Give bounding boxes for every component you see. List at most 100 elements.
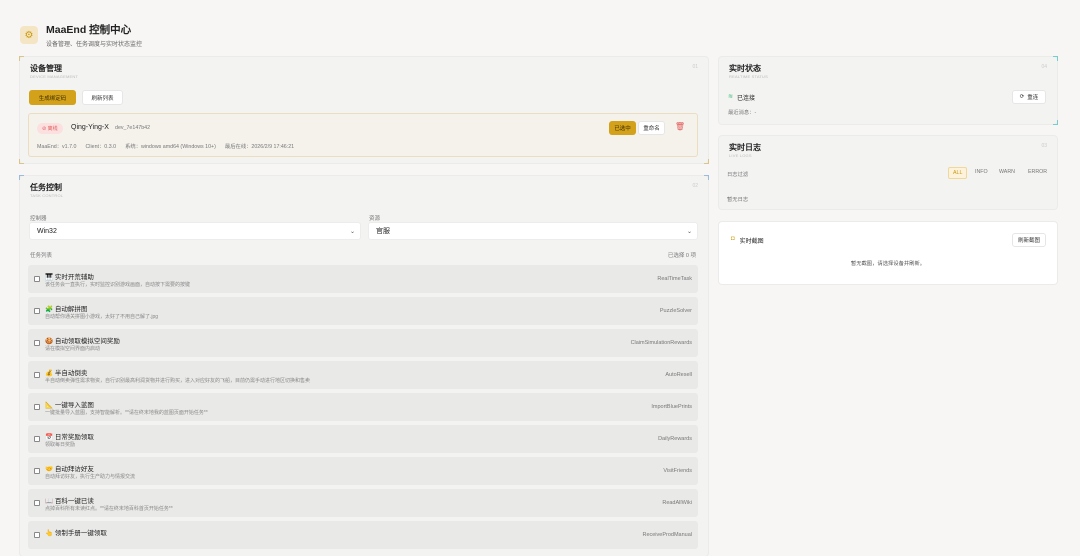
- task-name-text: 领制手册一键领取: [54, 530, 107, 537]
- section-subtitle: REALTIME STATUS: [729, 74, 769, 79]
- task-name-text: 实时开荒辅助: [54, 274, 94, 281]
- task-row[interactable]: 👆 领制手册一键领取 ReceiveProdManual: [28, 521, 698, 549]
- device-id: dev_7e147b42: [115, 125, 151, 131]
- status-badge: ⊘ 离线: [37, 123, 63, 134]
- task-description: 请在模拟空间界面内启动: [45, 346, 101, 352]
- task-id: RealTimeTask: [657, 276, 692, 282]
- task-checkbox[interactable]: [34, 404, 40, 410]
- section-title: 实时状态: [729, 64, 761, 73]
- last-message: 最近消息：-: [728, 110, 757, 116]
- screenshot-panel: ◘ 实时截图 刷新截图 暂无截图，请选择设备并刷新。: [719, 222, 1057, 284]
- filter-warn[interactable]: WARN: [995, 167, 1019, 177]
- task-name-text: 自动领取模拟空间奖励: [54, 338, 120, 345]
- section-number: 01: [692, 64, 698, 70]
- task-icon: 👆: [45, 530, 54, 537]
- device-card[interactable]: ⊘ 离线 Qing-Ying-X dev_7e147b42 MaaEnd：v1.…: [28, 113, 698, 157]
- device-panel: 设备管理 DEVICE MANAGEMENT 01 生成绑定码 刷新列表 ⊘ 离…: [19, 56, 709, 164]
- refresh-screenshot-button[interactable]: 刷新截图: [1012, 233, 1046, 247]
- task-id: ReadAllWiki: [662, 500, 692, 506]
- refresh-list-button[interactable]: 刷新列表: [82, 90, 123, 105]
- puzzle-icon: ⚙: [20, 26, 38, 44]
- task-description: 半自动倒卖弹性需求物资，自行识别最高利润货物并进行购买，进入对应好友的飞船，目前…: [45, 378, 311, 384]
- screenshot-title-text: 实时截图: [739, 239, 764, 245]
- task-id: ReceiveProdManual: [642, 532, 692, 538]
- resource-value: 官服: [376, 228, 390, 235]
- section-number: 04: [1041, 64, 1047, 70]
- chevron-down-icon: ⌄: [686, 228, 692, 235]
- log-panel: 实时日志 LIVE LOGS 03 日志过滤 ALL INFO WARN ERR…: [719, 136, 1057, 209]
- task-checkbox[interactable]: [34, 308, 40, 314]
- controller-value: Win32: [37, 227, 57, 235]
- task-icon: 💰: [45, 370, 54, 377]
- filter-error[interactable]: ERROR: [1024, 167, 1051, 177]
- task-checkbox[interactable]: [34, 276, 40, 282]
- task-description: 该任务会一直执行，实时监控识别游戏画面，自动按下需要的按键: [45, 282, 191, 288]
- trash-icon[interactable]: 🗑: [675, 122, 685, 131]
- filter-all[interactable]: ALL: [948, 167, 968, 179]
- chevron-down-icon: ⌄: [349, 228, 355, 235]
- task-id: PuzzleSolver: [659, 308, 692, 314]
- section-subtitle: DEVICE MANAGEMENT: [30, 74, 79, 79]
- controller-select[interactable]: Win32 ⌄: [29, 222, 361, 240]
- task-name: 👆 领制手册一键领取: [45, 527, 107, 537]
- resource-select[interactable]: 官服 ⌄: [368, 222, 698, 240]
- task-id: DailyRewards: [658, 436, 692, 442]
- task-row[interactable]: 📐 一键导入蓝图 一键批量导入蓝图，支持智能解析。**请在终末地我的蓝图页面开始…: [28, 393, 698, 421]
- task-name-text: 半自动倒卖: [54, 370, 88, 377]
- task-name: 🤝 自动拜访好友: [45, 463, 94, 473]
- page-title: MaaEnd 控制中心: [46, 24, 132, 36]
- screenshot-empty: 暂无截图，请选择设备并刷新。: [850, 261, 926, 267]
- task-icon: 📅: [45, 434, 54, 441]
- task-icon: 🎹: [45, 274, 54, 281]
- task-name-text: 自动拜访好友: [54, 466, 94, 473]
- reconnect-label: 重连: [1027, 95, 1039, 101]
- camera-icon: ◘: [731, 236, 735, 242]
- task-checkbox[interactable]: [34, 436, 40, 442]
- task-checkbox[interactable]: [34, 468, 40, 474]
- task-name-text: 自动解拼图: [54, 306, 88, 313]
- section-title: 设备管理: [30, 64, 62, 73]
- task-row[interactable]: 🧩 自动解拼图 自动帮你通关拼图小游戏，太好了不用自己解了.jpg Puzzle…: [28, 297, 698, 325]
- task-name: 🎹 实时开荒辅助: [45, 271, 94, 281]
- status-panel: 实时状态 REALTIME STATUS 04 ≋ 已连接 最近消息：- ⟳ 重连: [719, 56, 1058, 125]
- maaend-version: MaaEnd：v1.7.0: [37, 144, 77, 150]
- task-row[interactable]: 🍪 自动领取模拟空间奖励 请在模拟空间界面内启动 ClaimSimulation…: [28, 329, 698, 357]
- reconnect-button[interactable]: ⟳ 重连: [1012, 90, 1046, 104]
- task-panel: 任务控制 TASK CONTROL 02 控制器 Win32 ⌄ 资源 官服 ⌄ 任…: [19, 175, 709, 556]
- task-checkbox[interactable]: [34, 372, 40, 378]
- device-name: Qing-Ying-X: [71, 124, 109, 131]
- section-number: 03: [1041, 143, 1047, 149]
- task-icon: 🧩: [45, 306, 54, 313]
- selected-count: 已选择 0 项: [667, 253, 696, 259]
- task-id: AutoResell: [665, 372, 692, 378]
- task-row[interactable]: 📖 百科一键已读 点掉百科所有未读红点。**请在终末地百科首页开始任务** Re…: [28, 489, 698, 517]
- task-description: 领取每日奖励: [45, 442, 76, 448]
- task-id: ImportBluePrints: [651, 404, 692, 410]
- controller-label: 控制器: [30, 216, 47, 222]
- task-name-text: 百科一键已读: [54, 498, 94, 505]
- connection-text: 已连接: [737, 96, 756, 102]
- task-checkbox[interactable]: [34, 532, 40, 538]
- task-description: 点掉百科所有未读红点。**请在终末地百科首页开始任务**: [45, 506, 173, 512]
- task-checkbox[interactable]: [34, 500, 40, 506]
- task-description: 自动帮你通关拼图小游戏，太好了不用自己解了.jpg: [45, 314, 159, 320]
- task-row[interactable]: 🤝 自动拜访好友 自动拜访好友，执行生产助力与情报交流 VisitFriends: [28, 457, 698, 485]
- task-list-label: 任务列表: [30, 253, 53, 259]
- task-name-text: 日常奖励领取: [54, 434, 94, 441]
- task-name: 💰 半自动倒卖: [45, 367, 87, 377]
- generate-bind-code-button[interactable]: 生成绑定码: [29, 90, 76, 105]
- last-online: 最后在线：2026/2/9 17:46:21: [224, 144, 295, 150]
- selected-button[interactable]: 已选中: [609, 121, 636, 135]
- task-row[interactable]: 🎹 实时开荒辅助 该任务会一直执行，实时监控识别游戏画面，自动按下需要的按键 R…: [28, 265, 698, 293]
- log-filter-label: 日志过滤: [727, 172, 749, 178]
- task-checkbox[interactable]: [34, 340, 40, 346]
- filter-info[interactable]: INFO: [971, 167, 992, 177]
- task-id: VisitFriends: [663, 468, 692, 474]
- task-icon: 📐: [45, 402, 54, 409]
- task-row[interactable]: 📅 日常奖励领取 领取每日奖励 DailyRewards: [28, 425, 698, 453]
- rename-button[interactable]: 重命名: [638, 121, 665, 135]
- task-row[interactable]: 💰 半自动倒卖 半自动倒卖弹性需求物资，自行识别最高利润货物并进行购买，进入对应…: [28, 361, 698, 389]
- section-number: 02: [692, 183, 698, 189]
- section-title: 任务控制: [30, 183, 62, 192]
- wifi-icon: ≋: [728, 94, 734, 100]
